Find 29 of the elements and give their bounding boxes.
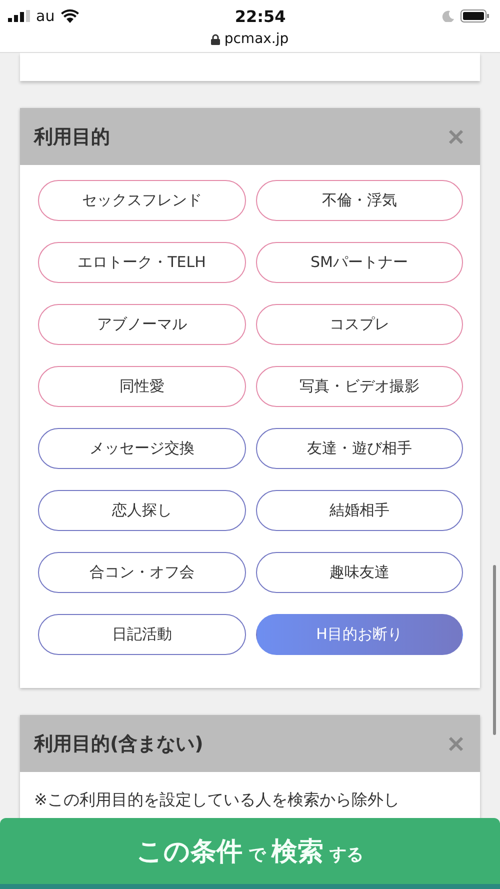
moon-icon — [442, 10, 454, 22]
section-title: 利用目的(含まない) — [34, 732, 204, 756]
purpose-chip[interactable]: メッセージ交換 — [38, 428, 246, 469]
purpose-chip[interactable]: SMパートナー — [256, 242, 463, 283]
purpose-chip[interactable]: 友達・遊び相手 — [256, 428, 463, 469]
close-icon — [448, 736, 464, 752]
page-url: pcmax.jp — [224, 31, 289, 47]
purpose-chip[interactable]: セックスフレンド — [38, 180, 246, 221]
wifi-icon — [60, 9, 79, 23]
lock-icon — [211, 34, 220, 44]
close-icon — [448, 128, 464, 144]
purpose-chip[interactable]: 日記活動 — [38, 614, 246, 655]
purpose-chip[interactable]: 結婚相手 — [256, 490, 463, 531]
section-note: ※この利用目的を設定している人を検索から除外し — [33, 789, 400, 811]
carrier-name: au — [36, 7, 55, 25]
battery-icon — [460, 9, 490, 23]
purpose-chip[interactable]: 合コン・オフ会 — [38, 552, 246, 593]
purpose-chip[interactable]: 不倫・浮気 — [256, 180, 463, 221]
purpose-chip[interactable]: エロトーク・TELH — [38, 242, 246, 283]
purpose-chip[interactable]: アブノーマル — [38, 304, 246, 345]
purpose-chip[interactable]: 恋人探し — [38, 490, 246, 531]
purpose-chip[interactable]: 写真・ビデオ撮影 — [256, 366, 463, 407]
purpose-chip[interactable]: H目的お断り — [256, 614, 463, 655]
signal-icon — [8, 10, 30, 22]
purpose-chip[interactable]: 同性愛 — [38, 366, 246, 407]
purpose-chip[interactable]: 趣味友達 — [256, 552, 463, 593]
section-title: 利用目的 — [34, 124, 110, 150]
purpose-chip[interactable]: コスプレ — [256, 304, 463, 345]
clock-time: 22:54 — [234, 6, 286, 26]
